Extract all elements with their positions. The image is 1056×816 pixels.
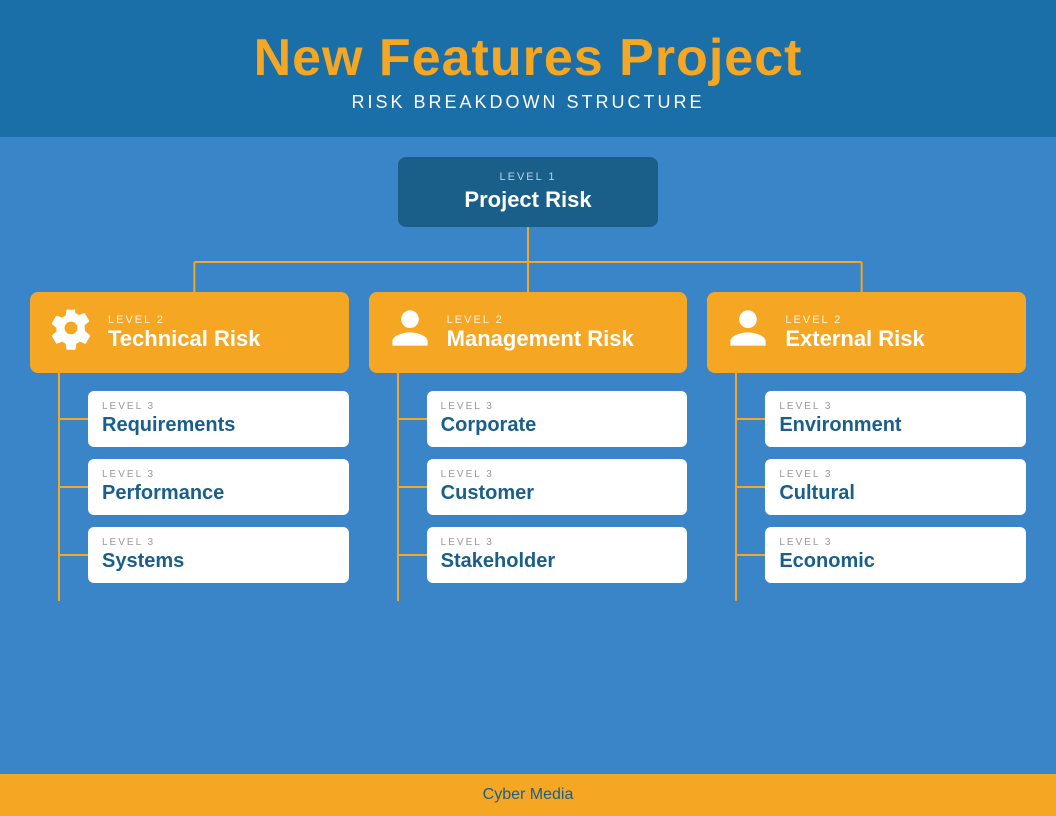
level3-corporate-title: Corporate [441, 414, 537, 436]
level3-environment-label: LEVEL 3 [779, 401, 1012, 412]
horiz-tick [60, 418, 88, 420]
external-children-area: LEVEL 3 Environment LEVEL 3 Cultural [707, 373, 1026, 601]
level3-customer-label: LEVEL 3 [441, 469, 674, 480]
list-item: LEVEL 3 Performance [60, 459, 349, 515]
level3-cultural-label: LEVEL 3 [779, 469, 1012, 480]
level2-node-technical: LEVEL 2 Technical Risk [30, 292, 349, 373]
list-item: LEVEL 3 Requirements [60, 391, 349, 447]
horiz-tick [399, 554, 427, 556]
level3-performance-title: Performance [102, 482, 224, 504]
level3-requirements-label: LEVEL 3 [102, 401, 335, 412]
level3-node-performance: LEVEL 3 Performance [88, 459, 349, 515]
main-content: LEVEL 1 Project Risk [0, 137, 1056, 774]
header: New Features Project RISK BREAKDOWN STRU… [0, 0, 1056, 137]
external-children-list: LEVEL 3 Environment LEVEL 3 Cultural [737, 373, 1026, 601]
horiz-tick [737, 554, 765, 556]
level1-title: Project Risk [464, 187, 591, 212]
list-item: LEVEL 3 Customer [399, 459, 688, 515]
level3-systems-label: LEVEL 3 [102, 537, 335, 548]
level3-node-customer: LEVEL 3 Customer [427, 459, 688, 515]
horiz-tick [737, 418, 765, 420]
level3-cultural-title: Cultural [779, 482, 855, 504]
level3-economic-title: Economic [779, 550, 875, 572]
column-external: LEVEL 2 External Risk LEVEL 3 Environmen… [707, 292, 1026, 601]
management-children-list: LEVEL 3 Corporate LEVEL 3 Customer [399, 373, 688, 601]
level1-node: LEVEL 1 Project Risk [398, 157, 658, 227]
technical-children-area: LEVEL 3 Requirements LEVEL 3 Performance [30, 373, 349, 601]
management-children-area: LEVEL 3 Corporate LEVEL 3 Customer [369, 373, 688, 601]
level3-customer-title: Customer [441, 482, 534, 504]
level2-node-external: LEVEL 2 External Risk [707, 292, 1026, 373]
level3-node-systems: LEVEL 3 Systems [88, 527, 349, 583]
page-subtitle: RISK BREAKDOWN STRUCTURE [0, 92, 1056, 113]
level1-label: LEVEL 1 [438, 171, 618, 183]
person-icon-external [723, 306, 773, 359]
page-title: New Features Project [0, 28, 1056, 88]
level3-performance-label: LEVEL 3 [102, 469, 335, 480]
level2-management-text: LEVEL 2 Management Risk [447, 314, 634, 352]
list-item: LEVEL 3 Stakeholder [399, 527, 688, 583]
list-item: LEVEL 3 Cultural [737, 459, 1026, 515]
list-item: LEVEL 3 Systems [60, 527, 349, 583]
level3-node-cultural: LEVEL 3 Cultural [765, 459, 1026, 515]
level2-node-management: LEVEL 2 Management Risk [369, 292, 688, 373]
level2-management-title: Management Risk [447, 326, 634, 351]
level3-stakeholder-label: LEVEL 3 [441, 537, 674, 548]
level3-economic-label: LEVEL 3 [779, 537, 1012, 548]
level3-requirements-title: Requirements [102, 414, 235, 436]
horiz-tick [399, 418, 427, 420]
list-item: LEVEL 3 Economic [737, 527, 1026, 583]
tree-wrapper: LEVEL 1 Project Risk [30, 157, 1026, 601]
level3-node-economic: LEVEL 3 Economic [765, 527, 1026, 583]
horiz-tick [60, 486, 88, 488]
top-connector [30, 227, 1026, 292]
level2-management-label: LEVEL 2 [447, 314, 634, 326]
connector-svg [30, 227, 1026, 292]
level3-node-requirements: LEVEL 3 Requirements [88, 391, 349, 447]
gear-icon [46, 306, 96, 359]
footer: Cyber Media [0, 774, 1056, 816]
footer-text: Cyber Media [483, 786, 574, 803]
column-management: LEVEL 2 Management Risk LEVEL 3 Corporat… [369, 292, 688, 601]
level2-external-text: LEVEL 2 External Risk [785, 314, 924, 352]
technical-children-list: LEVEL 3 Requirements LEVEL 3 Performance [60, 373, 349, 601]
horiz-tick [60, 554, 88, 556]
list-item: LEVEL 3 Corporate [399, 391, 688, 447]
list-item: LEVEL 3 Environment [737, 391, 1026, 447]
level3-stakeholder-title: Stakeholder [441, 550, 555, 572]
level3-node-stakeholder: LEVEL 3 Stakeholder [427, 527, 688, 583]
level2-external-label: LEVEL 2 [785, 314, 924, 326]
level3-corporate-label: LEVEL 3 [441, 401, 674, 412]
horiz-tick [737, 486, 765, 488]
level2-technical-label: LEVEL 2 [108, 314, 260, 326]
columns-area: LEVEL 2 Technical Risk LEVEL 3 Requireme… [30, 292, 1026, 601]
level2-technical-title: Technical Risk [108, 326, 260, 351]
horiz-tick [399, 486, 427, 488]
level3-node-environment: LEVEL 3 Environment [765, 391, 1026, 447]
level2-external-title: External Risk [785, 326, 924, 351]
level3-environment-title: Environment [779, 414, 901, 436]
level3-systems-title: Systems [102, 550, 184, 572]
column-technical: LEVEL 2 Technical Risk LEVEL 3 Requireme… [30, 292, 349, 601]
level3-node-corporate: LEVEL 3 Corporate [427, 391, 688, 447]
person-icon [385, 306, 435, 359]
level2-technical-text: LEVEL 2 Technical Risk [108, 314, 260, 352]
